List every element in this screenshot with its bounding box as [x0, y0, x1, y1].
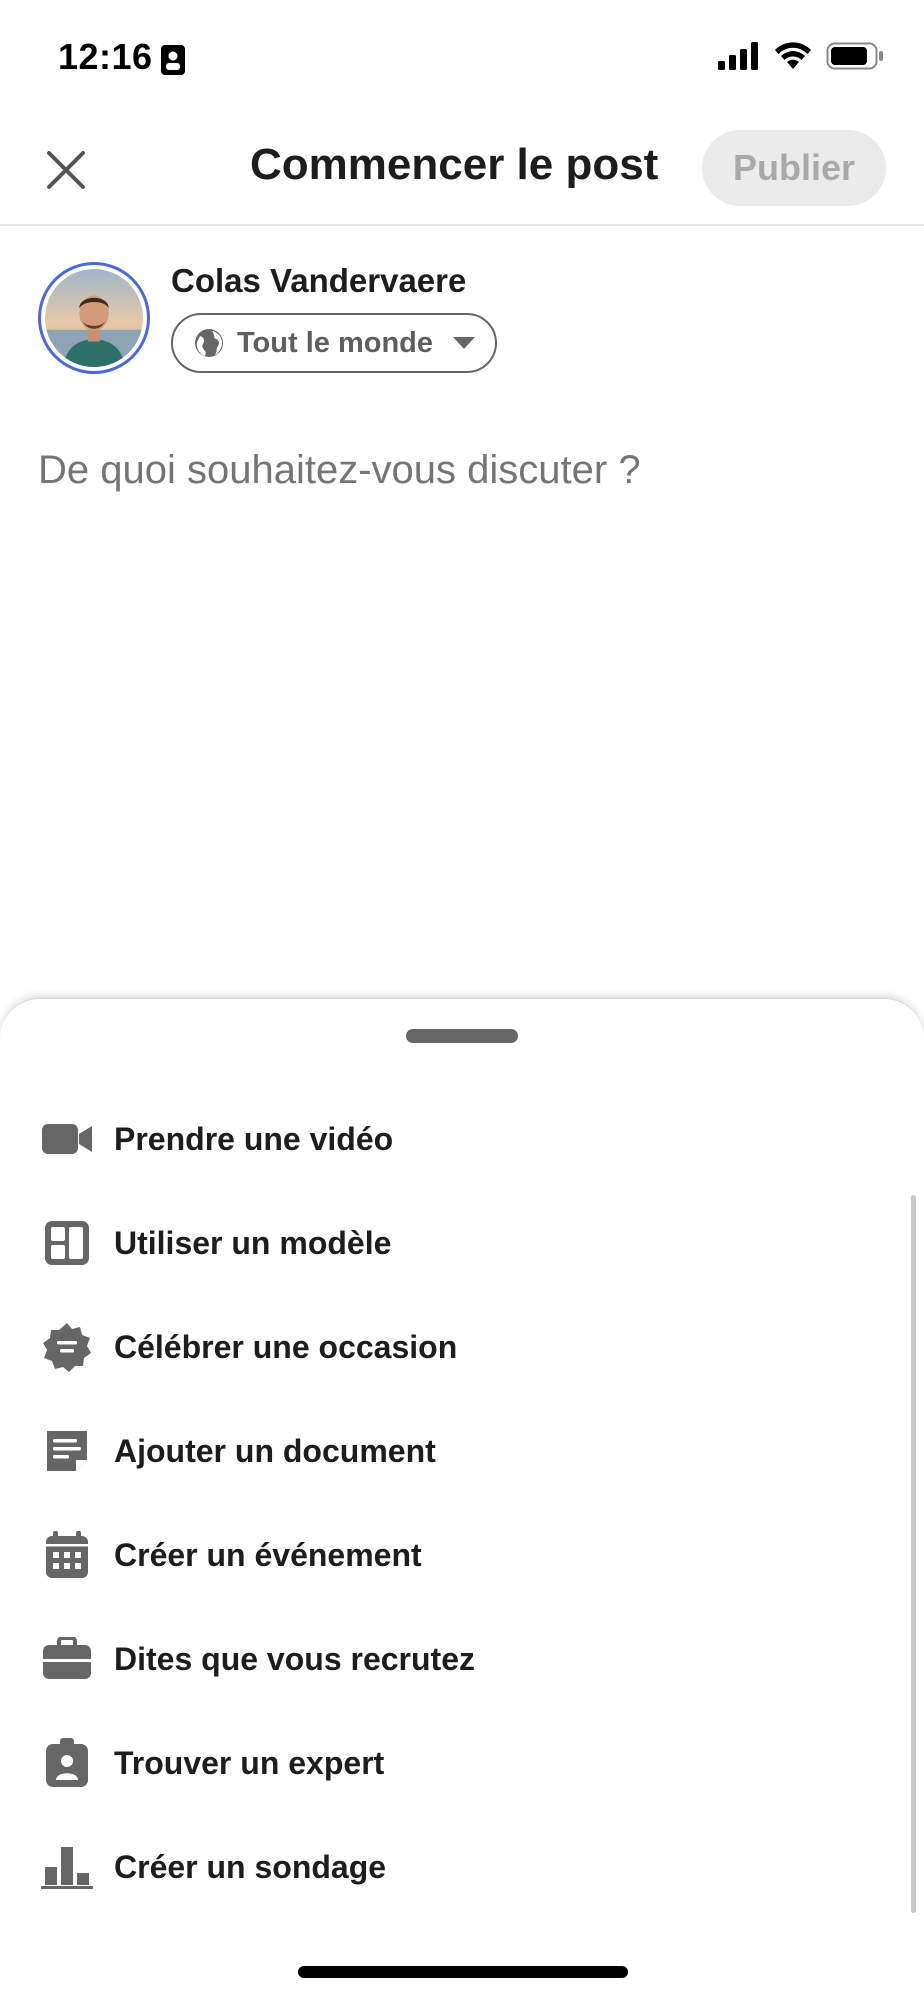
briefcase-icon: [40, 1632, 94, 1686]
menu-item-label: Trouver un expert: [114, 1744, 385, 1781]
avatar[interactable]: [38, 262, 150, 374]
menu-item-use-template[interactable]: Utiliser un modèle: [0, 1198, 880, 1288]
close-button[interactable]: [38, 142, 94, 198]
menu-item-label: Créer un événement: [114, 1536, 422, 1573]
menu-item-hiring[interactable]: Dites que vous recrutez: [0, 1614, 880, 1704]
drag-handle[interactable]: [406, 1029, 518, 1043]
menu-item-create-event[interactable]: Créer un événement: [0, 1510, 880, 1600]
menu-item-take-video[interactable]: Prendre une vidéo: [0, 1094, 880, 1184]
home-indicator[interactable]: [298, 1966, 628, 1978]
menu-item-label: Célébrer une occasion: [114, 1328, 458, 1365]
visibility-label: Tout le monde: [237, 326, 434, 359]
attachment-sheet: Prendre une vidéo Utiliser un modèle Cél…: [0, 998, 924, 2001]
post-header: Commencer le post Publier: [0, 120, 924, 226]
globe-icon: [195, 329, 223, 357]
author-name: Colas Vandervaere: [171, 262, 467, 299]
publish-button[interactable]: Publier: [702, 130, 886, 206]
status-icons: [718, 42, 884, 75]
menu-item-create-poll[interactable]: Créer un sondage: [0, 1822, 880, 1912]
post-text-input[interactable]: [38, 448, 888, 493]
cellular-signal-icon: [718, 42, 760, 75]
template-icon: [40, 1216, 94, 1270]
battery-icon: [826, 42, 884, 75]
menu-item-label: Dites que vous recrutez: [114, 1640, 475, 1677]
badge-celebration-icon: [40, 1320, 94, 1374]
poll-chart-icon: [40, 1840, 94, 1894]
id-card-icon: [160, 44, 186, 81]
menu-item-find-expert[interactable]: Trouver un expert: [0, 1718, 880, 1808]
page-title-text: Commencer le post: [250, 140, 659, 189]
visibility-dropdown[interactable]: Tout le monde: [171, 313, 497, 373]
menu-item-label: Créer un sondage: [114, 1848, 387, 1885]
status-time: 12:16: [58, 36, 153, 77]
avatar-photo: [45, 269, 143, 367]
document-icon: [40, 1424, 94, 1478]
menu-item-label: Prendre une vidéo: [114, 1120, 394, 1157]
sheet-scrollbar[interactable]: [911, 1195, 916, 1913]
menu-item-celebrate-occasion[interactable]: Célébrer une occasion: [0, 1302, 880, 1392]
video-camera-icon: [40, 1112, 94, 1166]
menu-item-add-document[interactable]: Ajouter un document: [0, 1406, 880, 1496]
menu-item-label: Utiliser un modèle: [114, 1224, 392, 1261]
calendar-icon: [40, 1528, 94, 1582]
expert-badge-icon: [40, 1736, 94, 1790]
menu-item-label: Ajouter un document: [114, 1432, 436, 1469]
wifi-icon: [774, 42, 812, 75]
chevron-down-icon: [453, 337, 476, 349]
status-bar: 12:16: [0, 0, 924, 110]
close-icon: [47, 151, 85, 189]
